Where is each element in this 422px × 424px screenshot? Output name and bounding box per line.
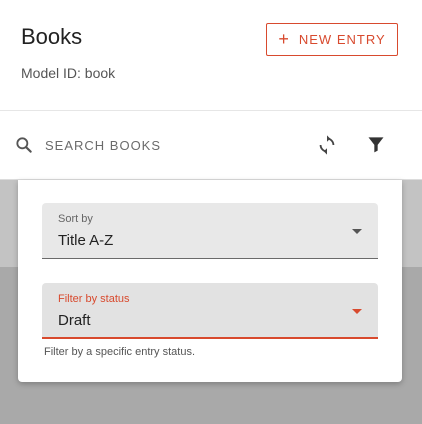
search-input[interactable]: SEARCH BOOKS xyxy=(45,138,161,153)
status-filter-label: Filter by status xyxy=(58,293,130,305)
search-toolbar: SEARCH BOOKS xyxy=(0,111,422,180)
chevron-down-icon xyxy=(352,229,362,234)
sort-by-select[interactable]: Sort by Title A-Z xyxy=(42,203,378,259)
status-filter-value: Draft xyxy=(58,312,91,329)
plus-icon: + xyxy=(278,28,290,49)
status-filter-select[interactable]: Filter by status Draft xyxy=(42,283,378,339)
sort-by-value: Title A-Z xyxy=(58,232,114,249)
chevron-down-icon xyxy=(352,309,362,314)
filter-panel: Sort by Title A-Z Filter by status Draft… xyxy=(18,180,402,382)
page-header: Books Model ID: book + NEW ENTRY xyxy=(0,0,422,111)
new-entry-button[interactable]: + NEW ENTRY xyxy=(266,23,398,56)
refresh-icon[interactable] xyxy=(316,134,338,156)
search-icon[interactable] xyxy=(14,135,34,155)
model-id-label: Model ID: book xyxy=(21,65,116,81)
status-filter-helper: Filter by a specific entry status. xyxy=(44,346,195,358)
page-title: Books xyxy=(21,24,83,49)
sort-by-label: Sort by xyxy=(58,213,93,225)
filter-icon[interactable] xyxy=(366,134,386,154)
new-entry-label: NEW ENTRY xyxy=(298,32,386,47)
